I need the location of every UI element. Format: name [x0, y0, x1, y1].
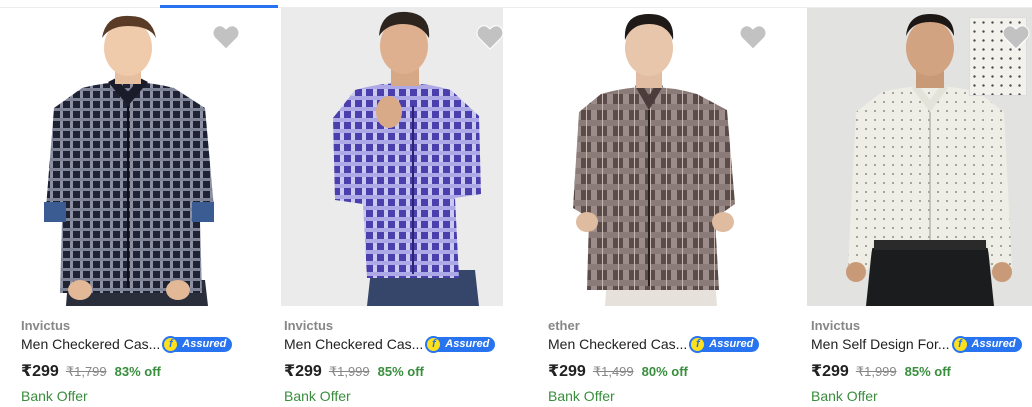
product-grid: Invictus Men Checkered Cas... f Assured … — [0, 0, 1032, 407]
heart-icon[interactable] — [212, 24, 240, 50]
original-price: ₹1,799 — [65, 364, 107, 379]
product-title[interactable]: Men Checkered Cas... — [21, 336, 160, 352]
original-price: ₹1,499 — [592, 364, 634, 379]
discount-label: 85% off — [377, 364, 424, 379]
bank-offer-label: Bank Offer — [284, 388, 351, 404]
product-image[interactable] — [0, 8, 258, 306]
heart-icon[interactable] — [1002, 24, 1030, 50]
product-brand: Invictus — [284, 318, 334, 333]
product-card[interactable]: Invictus Men Checkered Cas... f Assured … — [0, 0, 258, 407]
product-brand: Invictus — [21, 318, 71, 333]
assured-badge: f Assured — [162, 335, 233, 353]
assured-badge: f Assured — [425, 335, 496, 353]
product-image[interactable] — [790, 8, 1032, 306]
product-card[interactable]: Invictus Men Checkered Cas... f Assured … — [263, 0, 521, 407]
product-title[interactable]: Men Checkered Cas... — [548, 336, 687, 352]
original-price: ₹1,999 — [855, 364, 897, 379]
assured-badge: f Assured — [689, 335, 760, 353]
selling-price: ₹299 — [284, 363, 322, 380]
product-brand: ether — [548, 318, 580, 333]
assured-badge-icon: f — [425, 335, 443, 353]
product-card[interactable]: ether Men Checkered Cas... f Assured ₹29… — [527, 0, 785, 407]
product-photo — [573, 14, 735, 306]
bank-offer-label: Bank Offer — [548, 388, 615, 404]
assured-badge-icon: f — [689, 335, 707, 353]
assured-badge: f Assured — [951, 335, 1022, 353]
assured-label: Assured — [182, 338, 227, 350]
heart-icon[interactable] — [739, 24, 767, 50]
assured-label: Assured — [445, 338, 490, 350]
product-photo — [333, 11, 481, 306]
original-price: ₹1,999 — [328, 364, 370, 379]
price-row: ₹299 ₹1,499 80% off — [548, 361, 688, 381]
selling-price: ₹299 — [21, 363, 59, 380]
discount-label: 83% off — [114, 364, 161, 379]
heart-icon[interactable] — [476, 24, 504, 50]
product-title[interactable]: Men Checkered Cas... — [284, 336, 423, 352]
price-row: ₹299 ₹1,999 85% off — [811, 361, 951, 381]
product-image[interactable] — [527, 8, 785, 306]
product-photo — [44, 15, 214, 306]
selling-price: ₹299 — [811, 363, 849, 380]
product-title-row: Men Checkered Cas... f Assured — [548, 335, 760, 353]
price-row: ₹299 ₹1,999 85% off — [284, 361, 424, 381]
assured-badge-icon: f — [162, 335, 180, 353]
bank-offer-label: Bank Offer — [21, 388, 88, 404]
price-row: ₹299 ₹1,799 83% off — [21, 361, 161, 381]
product-title-row: Men Checkered Cas... f Assured — [21, 335, 233, 353]
selling-price: ₹299 — [548, 363, 586, 380]
product-title[interactable]: Men Self Design For... — [811, 336, 950, 352]
bank-offer-label: Bank Offer — [811, 388, 878, 404]
product-card[interactable]: Invictus Men Self Design For... f Assure… — [790, 0, 1032, 407]
product-image[interactable] — [263, 8, 521, 306]
assured-label: Assured — [971, 338, 1016, 350]
product-title-row: Men Checkered Cas... f Assured — [284, 335, 496, 353]
discount-label: 80% off — [641, 364, 688, 379]
discount-label: 85% off — [904, 364, 951, 379]
assured-label: Assured — [709, 338, 754, 350]
product-brand: Invictus — [811, 318, 861, 333]
assured-badge-icon: f — [951, 335, 969, 353]
product-title-row: Men Self Design For... f Assured — [811, 335, 1022, 353]
